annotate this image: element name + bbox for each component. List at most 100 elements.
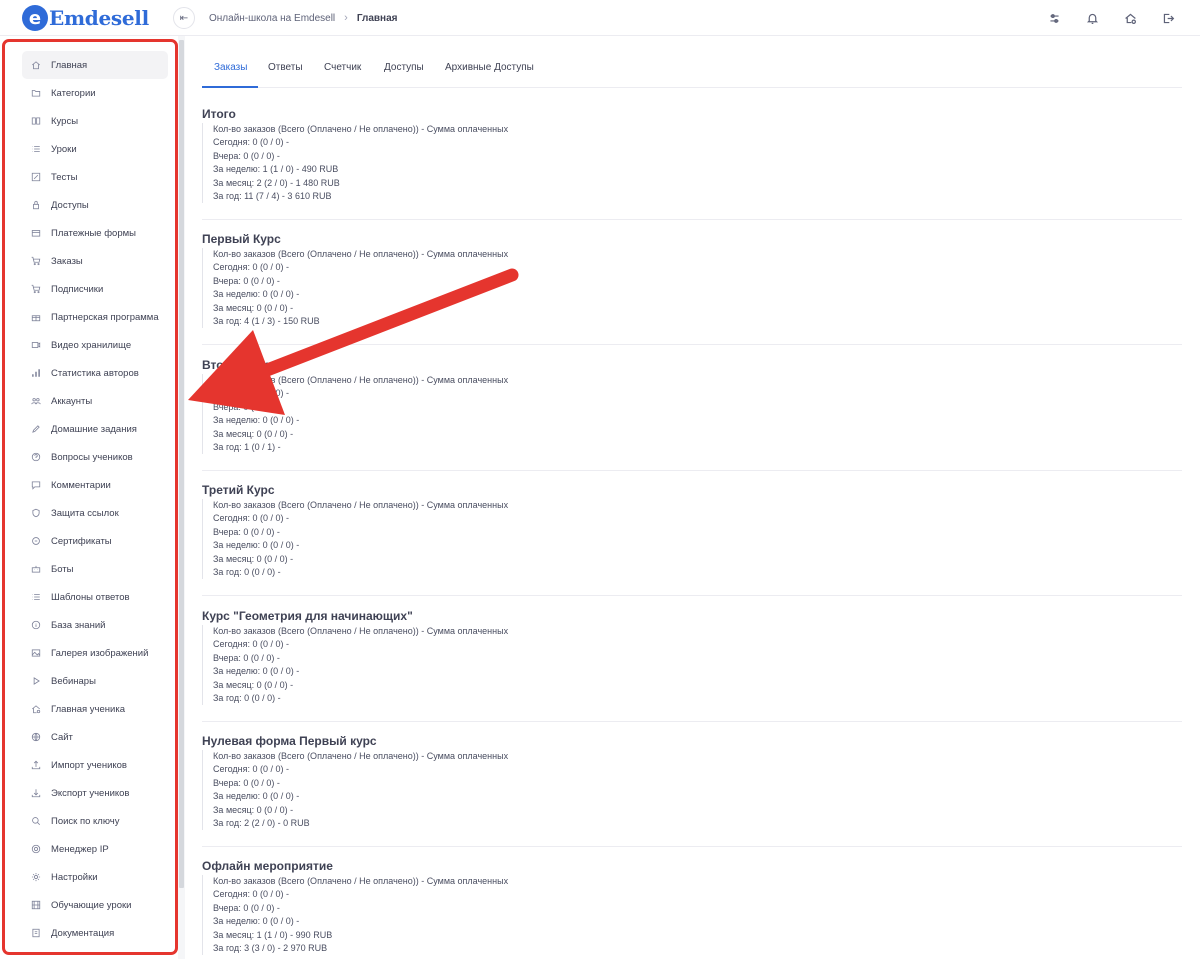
sidebar-item[interactable]: Защита ссылок [22, 499, 168, 527]
tab[interactable]: Ответы [268, 62, 303, 73]
sidebar-item[interactable]: Сайт [22, 723, 168, 751]
section-title: Курс "Геометрия для начинающих" [202, 609, 413, 623]
section-title: Второй Курс [202, 358, 277, 372]
logout-icon[interactable] [1160, 10, 1176, 26]
sidebar-item-label: Главная ученика [51, 703, 125, 715]
stats-line: Кол-во заказов (Всего (Оплачено / Не опл… [213, 124, 509, 134]
logo[interactable]: e Emdesell [22, 5, 149, 31]
sidebar-scroll-thumb[interactable] [179, 40, 184, 888]
stats-section: Офлайн мероприятие Кол-во заказов (Всего … [202, 859, 1182, 959]
sidebar-item-label: Партнерская программа [51, 311, 159, 323]
stats-line: Вчера: 0 (0 / 0) - [213, 150, 280, 161]
collapse-icon: ⇤ [179, 12, 189, 24]
tab[interactable]: Доступы [384, 62, 424, 73]
film-icon [31, 900, 41, 910]
active-tab-indicator [202, 86, 258, 88]
bar-chart-icon [31, 368, 41, 378]
sidebar-item-label: Платежные формы [51, 227, 136, 239]
sidebar-item[interactable]: Домашние задания [22, 415, 168, 443]
sidebar-item-label: Вебинары [51, 675, 96, 687]
sidebar-item-label: Импорт учеников [51, 759, 127, 771]
folder-icon [31, 88, 41, 98]
section-title: Итого [202, 107, 236, 121]
stats-list: Кол-во заказов (Всего (Оплачено / Не опл… [202, 875, 1182, 956]
sidebar-item-label: Домашние задания [51, 423, 137, 435]
sidebar-item-label: Заказы [51, 255, 83, 267]
sidebar-nav: Главная Категории Курсы Уроки Тесты Доступы Пл… [22, 51, 168, 947]
sidebar-item[interactable]: Боты [22, 555, 168, 583]
stats-line: Сегодня: 0 (0 / 0) - [213, 262, 290, 273]
sidebar-item[interactable]: Шаблоны ответов [22, 583, 168, 611]
gift-icon [31, 312, 41, 322]
sidebar-item[interactable]: Менеджер IP [22, 835, 168, 863]
sidebar-item[interactable]: Подписчики [22, 275, 168, 303]
stats-line: За месяц: 0 (0 / 0) - [213, 679, 294, 690]
sidebar-item[interactable]: Поиск по ключу [22, 807, 168, 835]
sidebar-item[interactable]: Статистика авторов [22, 359, 168, 387]
sidebar-item[interactable]: Импорт учеников [22, 751, 168, 779]
stats-line: Вчера: 0 (0 / 0) - [213, 275, 280, 286]
sidebar-item[interactable]: Экспорт учеников [22, 779, 168, 807]
stats-section: Нулевая форма Первый курс Кол-во заказов … [202, 734, 1182, 847]
stats-line: Кол-во заказов (Всего (Оплачено / Не опл… [213, 375, 509, 385]
stats-line: За неделю: 0 (0 / 0) - [213, 791, 300, 802]
sidebar-item[interactable]: Главная [22, 51, 168, 79]
bell-icon[interactable] [1084, 10, 1100, 26]
stats-list: Кол-во заказов (Всего (Оплачено / Не опл… [202, 123, 1182, 204]
sidebar-item[interactable]: Вебинары [22, 667, 168, 695]
sidebar-item-label: Курсы [51, 115, 79, 127]
stats-line: За год: 0 (0 / 0) - [213, 693, 281, 704]
lock-icon [31, 200, 41, 210]
sidebar-item-label: База знаний [51, 619, 106, 631]
sidebar-item-label: Документация [51, 927, 115, 939]
stats-list: Кол-во заказов (Всего (Оплачено / Не опл… [202, 374, 1182, 455]
stats-line: За неделю: 0 (0 / 0) - [213, 916, 300, 927]
sidebar-item[interactable]: Курсы [22, 107, 168, 135]
tab[interactable]: Архивные Доступы [445, 62, 534, 73]
sidebar-item[interactable]: Сертификаты [22, 527, 168, 555]
sidebar-item-label: Боты [51, 563, 74, 575]
home-settings-icon[interactable] [1122, 10, 1138, 26]
stats-line: За год: 3 (3 / 0) - 2 970 RUB [213, 943, 328, 954]
sidebar-item[interactable]: Настройки [22, 863, 168, 891]
breadcrumb-parent[interactable]: Онлайн-школа на Emdesell [209, 13, 335, 24]
sidebar-item[interactable]: Доступы [22, 191, 168, 219]
stats-line: Сегодня: 0 (0 / 0) - [213, 388, 290, 399]
stats-section: Итого Кол-во заказов (Всего (Оплачено / Н… [202, 107, 1182, 220]
sidebar-item[interactable]: Документация [22, 919, 168, 947]
sidebar-item[interactable]: Видео хранилище [22, 331, 168, 359]
sidebar-item[interactable]: База знаний [22, 611, 168, 639]
stats-line: За месяц: 0 (0 / 0) - [213, 428, 294, 439]
sidebar-item-label: Настройки [51, 871, 98, 883]
stats-list: Кол-во заказов (Всего (Оплачено / Не опл… [202, 499, 1182, 580]
sidebar-item-label: Защита ссылок [51, 507, 119, 519]
sidebar-item[interactable]: Обучающие уроки [22, 891, 168, 919]
sidebar-item[interactable]: Тесты [22, 163, 168, 191]
stats-list: Кол-во заказов (Всего (Оплачено / Не опл… [202, 750, 1182, 831]
sidebar-item[interactable]: Партнерская программа [22, 303, 168, 331]
sidebar-item[interactable]: Категории [22, 79, 168, 107]
sidebar-item[interactable]: Галерея изображений [22, 639, 168, 667]
stats-section: Третий Курс Кол-во заказов (Всего (Оплаче… [202, 483, 1182, 596]
sidebar-item[interactable]: Комментарии [22, 471, 168, 499]
sliders-icon[interactable] [1046, 10, 1062, 26]
stats-line: Сегодня: 0 (0 / 0) - [213, 639, 290, 650]
sidebar-item[interactable]: Платежные формы [22, 219, 168, 247]
download-icon [31, 788, 41, 798]
stats-line: За месяц: 0 (0 / 0) - [213, 804, 294, 815]
top-bar: e Emdesell ⇤ Онлайн-школа на Emdesell › … [0, 0, 1200, 36]
tab[interactable]: Счетчик [324, 62, 361, 73]
sidebar-item[interactable]: Уроки [22, 135, 168, 163]
sidebar-item[interactable]: Вопросы учеников [22, 443, 168, 471]
tab[interactable]: Заказы [214, 62, 247, 73]
sidebar-item[interactable]: Заказы [22, 247, 168, 275]
stats-line: За неделю: 1 (1 / 0) - 490 RUB [213, 164, 339, 175]
sidebar-item[interactable]: Аккаунты [22, 387, 168, 415]
sidebar-item-label: Тесты [51, 171, 78, 183]
sidebar-collapse-button[interactable]: ⇤ [173, 7, 195, 29]
shield-icon [31, 508, 41, 518]
sidebar-item-label: Шаблоны ответов [51, 591, 130, 603]
pencil-icon [31, 424, 41, 434]
stats-section: Курс "Геометрия для начинающих" Кол-во за… [202, 609, 1182, 722]
sidebar-item[interactable]: Главная ученика [22, 695, 168, 723]
